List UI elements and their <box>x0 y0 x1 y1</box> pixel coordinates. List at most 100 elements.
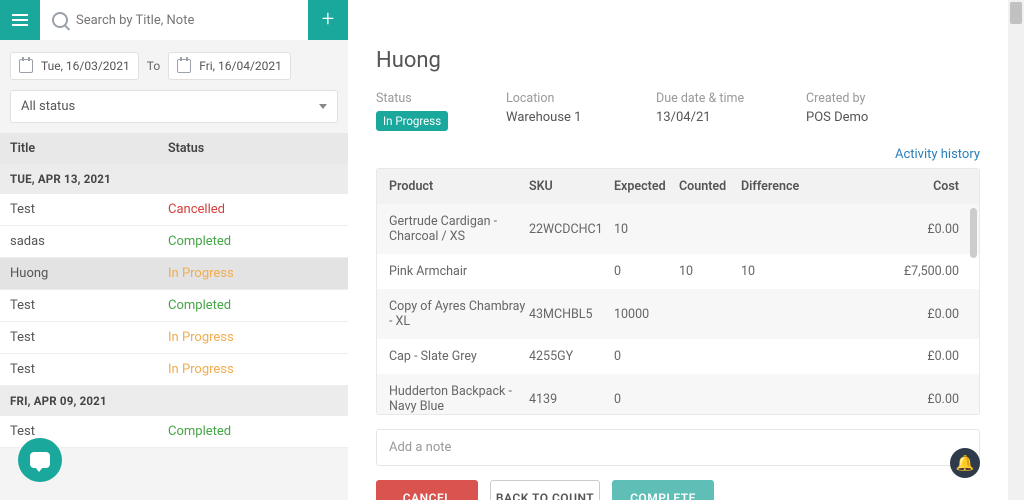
list-item-title: Test <box>10 298 168 313</box>
cell-product: Cap - Slate Grey <box>389 349 529 364</box>
product-table: Product SKU Expected Counted Difference … <box>376 168 980 415</box>
cell-cost: £7,500.00 <box>816 264 967 279</box>
search-icon <box>52 12 68 28</box>
list-item[interactable]: TestIn Progress <box>0 354 348 386</box>
list-item-title: Huong <box>10 266 168 281</box>
cell-sku: 4255GY <box>529 349 614 364</box>
table-body[interactable]: Gertrude Cardigan - Charcoal / XS22WCDCH… <box>377 204 979 414</box>
location-label: Location <box>506 91 656 106</box>
note-placeholder: Add a note <box>389 440 451 455</box>
created-label: Created by <box>806 91 926 106</box>
cell-product: Pink Armchair <box>389 264 529 279</box>
cell-expected: 10 <box>614 222 679 237</box>
table-header: Product SKU Expected Counted Difference … <box>377 169 979 204</box>
status-select-label: All status <box>21 99 75 114</box>
th-product: Product <box>389 179 529 194</box>
cell-sku: 4139 <box>529 392 614 407</box>
list-item-title: Test <box>10 330 168 345</box>
list-item-status: Completed <box>168 424 338 439</box>
table-row: Pink Armchair01010£7,500.00 <box>377 254 979 289</box>
status-badge: In Progress <box>376 111 448 131</box>
date-to[interactable]: Fri, 16/04/2021 <box>168 52 291 80</box>
cell-expected: 0 <box>614 349 679 364</box>
add-button[interactable]: + <box>308 0 348 40</box>
back-to-count-button[interactable]: BACK TO COUNT <box>490 480 600 500</box>
calendar-icon <box>19 59 33 73</box>
list-group-header: TUE, APR 13, 2021 <box>0 164 348 194</box>
cell-cost: £0.00 <box>816 349 967 364</box>
list-item[interactable]: TestIn Progress <box>0 322 348 354</box>
page-scrollbar-thumb[interactable] <box>1010 2 1022 24</box>
cell-cost: £0.00 <box>816 392 967 407</box>
record-list: TUE, APR 13, 2021TestCancelledsadasCompl… <box>0 164 348 448</box>
list-item[interactable]: TestCompleted <box>0 290 348 322</box>
th-expected: Expected <box>614 179 679 194</box>
status-select[interactable]: All status <box>10 90 338 123</box>
chat-icon <box>30 452 50 468</box>
cell-expected: 10000 <box>614 307 679 322</box>
action-bar: CANCEL BACK TO COUNT COMPLETE <box>376 480 980 500</box>
list-item-status: Cancelled <box>168 202 338 217</box>
list-item-status: Completed <box>168 298 338 313</box>
cell-sku: 43MCHBL5 <box>529 307 614 322</box>
list-item-title: Test <box>10 202 168 217</box>
cell-product: Hudderton Backpack - Navy Blue <box>389 384 529 414</box>
scrollbar-thumb[interactable] <box>970 208 977 258</box>
th-difference: Difference <box>741 179 816 194</box>
left-panel: + Tue, 16/03/2021 To Fri, 16/04/2021 All… <box>0 0 348 500</box>
list-item[interactable]: sadasCompleted <box>0 226 348 258</box>
meta-row: Status In Progress Location Warehouse 1 … <box>376 91 980 131</box>
location-value: Warehouse 1 <box>506 110 656 125</box>
table-row: Copy of Ayres Chambray - XL43MCHBL510000… <box>377 289 979 339</box>
cell-counted: 10 <box>679 264 741 279</box>
chevron-down-icon <box>319 104 327 109</box>
bell-icon: 🔔 <box>956 454 975 472</box>
col-title: Title <box>10 141 168 156</box>
top-bar: + <box>0 0 348 40</box>
list-item-status: In Progress <box>168 362 338 377</box>
search-input[interactable] <box>76 13 296 28</box>
date-to-value: Fri, 16/04/2021 <box>199 59 282 73</box>
notifications-button[interactable]: 🔔 <box>950 448 980 478</box>
cell-expected: 0 <box>614 264 679 279</box>
list-item-title: Test <box>10 424 168 439</box>
due-label: Due date & time <box>656 91 806 106</box>
hamburger-icon <box>12 14 28 26</box>
list-group-header: FRI, APR 09, 2021 <box>0 386 348 416</box>
date-from[interactable]: Tue, 16/03/2021 <box>10 52 139 80</box>
list-item[interactable]: HuongIn Progress <box>0 258 348 290</box>
th-cost: Cost <box>816 179 967 194</box>
date-from-value: Tue, 16/03/2021 <box>41 59 130 73</box>
page-title: Huong <box>376 48 980 73</box>
cell-product: Gertrude Cardigan - Charcoal / XS <box>389 214 529 244</box>
menu-button[interactable] <box>0 0 40 40</box>
list-item-status: In Progress <box>168 266 338 281</box>
note-input[interactable]: Add a note <box>376 429 980 466</box>
th-counted: Counted <box>679 179 741 194</box>
col-status: Status <box>168 141 338 156</box>
chat-button[interactable] <box>18 438 62 482</box>
due-value: 13/04/21 <box>656 110 806 125</box>
page-scrollbar[interactable] <box>1008 0 1024 500</box>
status-label: Status <box>376 91 506 106</box>
th-sku: SKU <box>529 179 614 194</box>
cell-expected: 0 <box>614 392 679 407</box>
list-item-status: In Progress <box>168 330 338 345</box>
to-label: To <box>147 59 160 73</box>
calendar-icon <box>177 59 191 73</box>
search-wrap <box>40 0 308 40</box>
cell-sku: 22WCDCHC1 <box>529 222 614 237</box>
list-item[interactable]: TestCancelled <box>0 194 348 226</box>
table-row: Hudderton Backpack - Navy Blue41390 £0.00 <box>377 374 979 414</box>
table-row: Cap - Slate Grey4255GY0 £0.00 <box>377 339 979 374</box>
cancel-button[interactable]: CANCEL <box>376 480 478 500</box>
list-item-status: Completed <box>168 234 338 249</box>
activity-history-link[interactable]: Activity history <box>895 147 980 162</box>
list-header: Title Status <box>0 133 348 164</box>
cell-cost: £0.00 <box>816 222 967 237</box>
detail-panel: Huong Status In Progress Location Wareho… <box>348 0 1008 500</box>
table-row: Gertrude Cardigan - Charcoal / XS22WCDCH… <box>377 204 979 254</box>
complete-button[interactable]: COMPLETE <box>612 480 714 500</box>
created-value: POS Demo <box>806 110 926 125</box>
cell-product: Copy of Ayres Chambray - XL <box>389 299 529 329</box>
